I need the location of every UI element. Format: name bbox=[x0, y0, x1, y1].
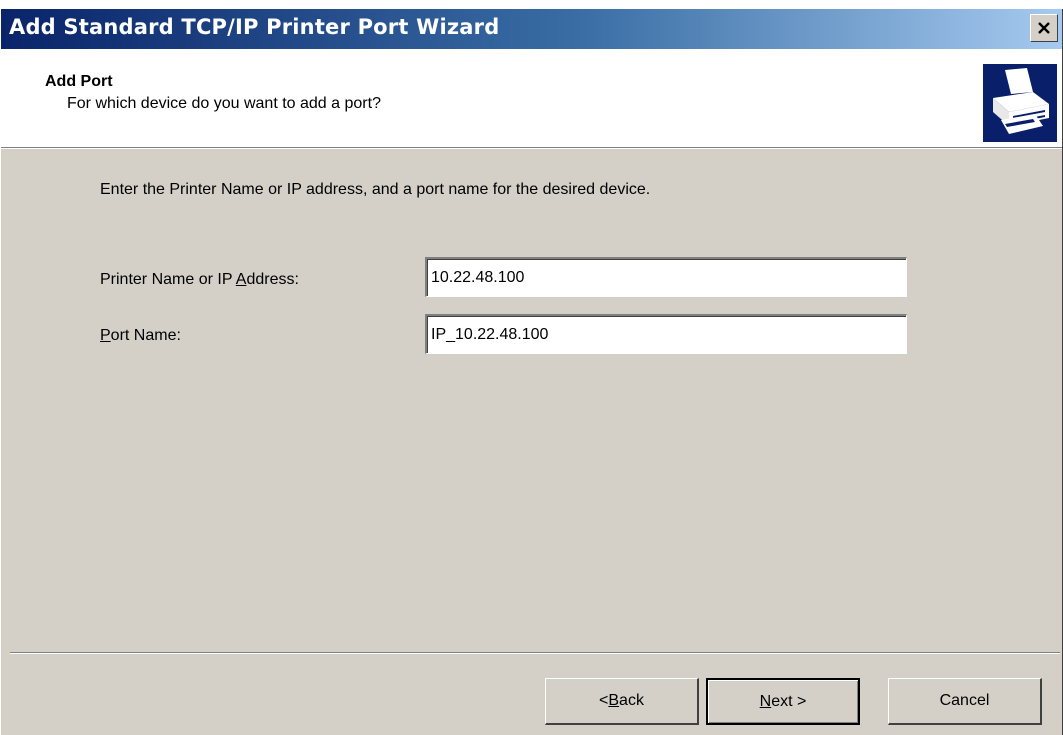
wizard-header: Add Port For which device do you want to… bbox=[1, 49, 1062, 147]
back-button-mnemonic: B bbox=[608, 692, 620, 709]
top-strip bbox=[0, 0, 1063, 9]
next-button-rest: ext > bbox=[771, 692, 807, 710]
next-button-mnemonic: N bbox=[759, 692, 772, 710]
title-bar[interactable]: Add Standard TCP/IP Printer Port Wizard bbox=[1, 9, 1062, 49]
next-button[interactable]: Next > bbox=[706, 678, 860, 725]
header-title: Add Port bbox=[45, 73, 113, 90]
port-name-label-mnemonic: P bbox=[100, 327, 111, 344]
close-icon bbox=[1038, 22, 1050, 34]
cancel-button[interactable]: Cancel bbox=[888, 678, 1042, 725]
port-name-label: Port Name: bbox=[100, 327, 181, 345]
close-button[interactable] bbox=[1030, 14, 1058, 42]
footer-separator-highlight bbox=[10, 653, 1060, 654]
back-button-prefix: < bbox=[599, 692, 609, 709]
instruction-text: Enter the Printer Name or IP address, an… bbox=[100, 181, 651, 198]
printer-name-label-suffix: ddress: bbox=[246, 271, 299, 288]
printer-name-label: Printer Name or IP Address: bbox=[100, 271, 299, 289]
header-separator-highlight bbox=[1, 148, 1062, 149]
printer-name-input[interactable] bbox=[425, 257, 907, 297]
port-name-input[interactable] bbox=[425, 314, 907, 354]
printer-icon bbox=[983, 64, 1057, 142]
port-name-label-suffix: ort Name: bbox=[110, 327, 181, 344]
window-title: Add Standard TCP/IP Printer Port Wizard bbox=[9, 15, 500, 39]
back-button[interactable]: < Back bbox=[545, 678, 699, 725]
back-button-rest: ack bbox=[619, 692, 644, 709]
printer-name-label-prefix: Printer Name or IP bbox=[100, 271, 236, 288]
printer-name-label-mnemonic: A bbox=[235, 271, 247, 288]
header-subtitle: For which device do you want to add a po… bbox=[67, 95, 381, 112]
wizard-window: Add Standard TCP/IP Printer Port Wizard … bbox=[0, 9, 1063, 735]
